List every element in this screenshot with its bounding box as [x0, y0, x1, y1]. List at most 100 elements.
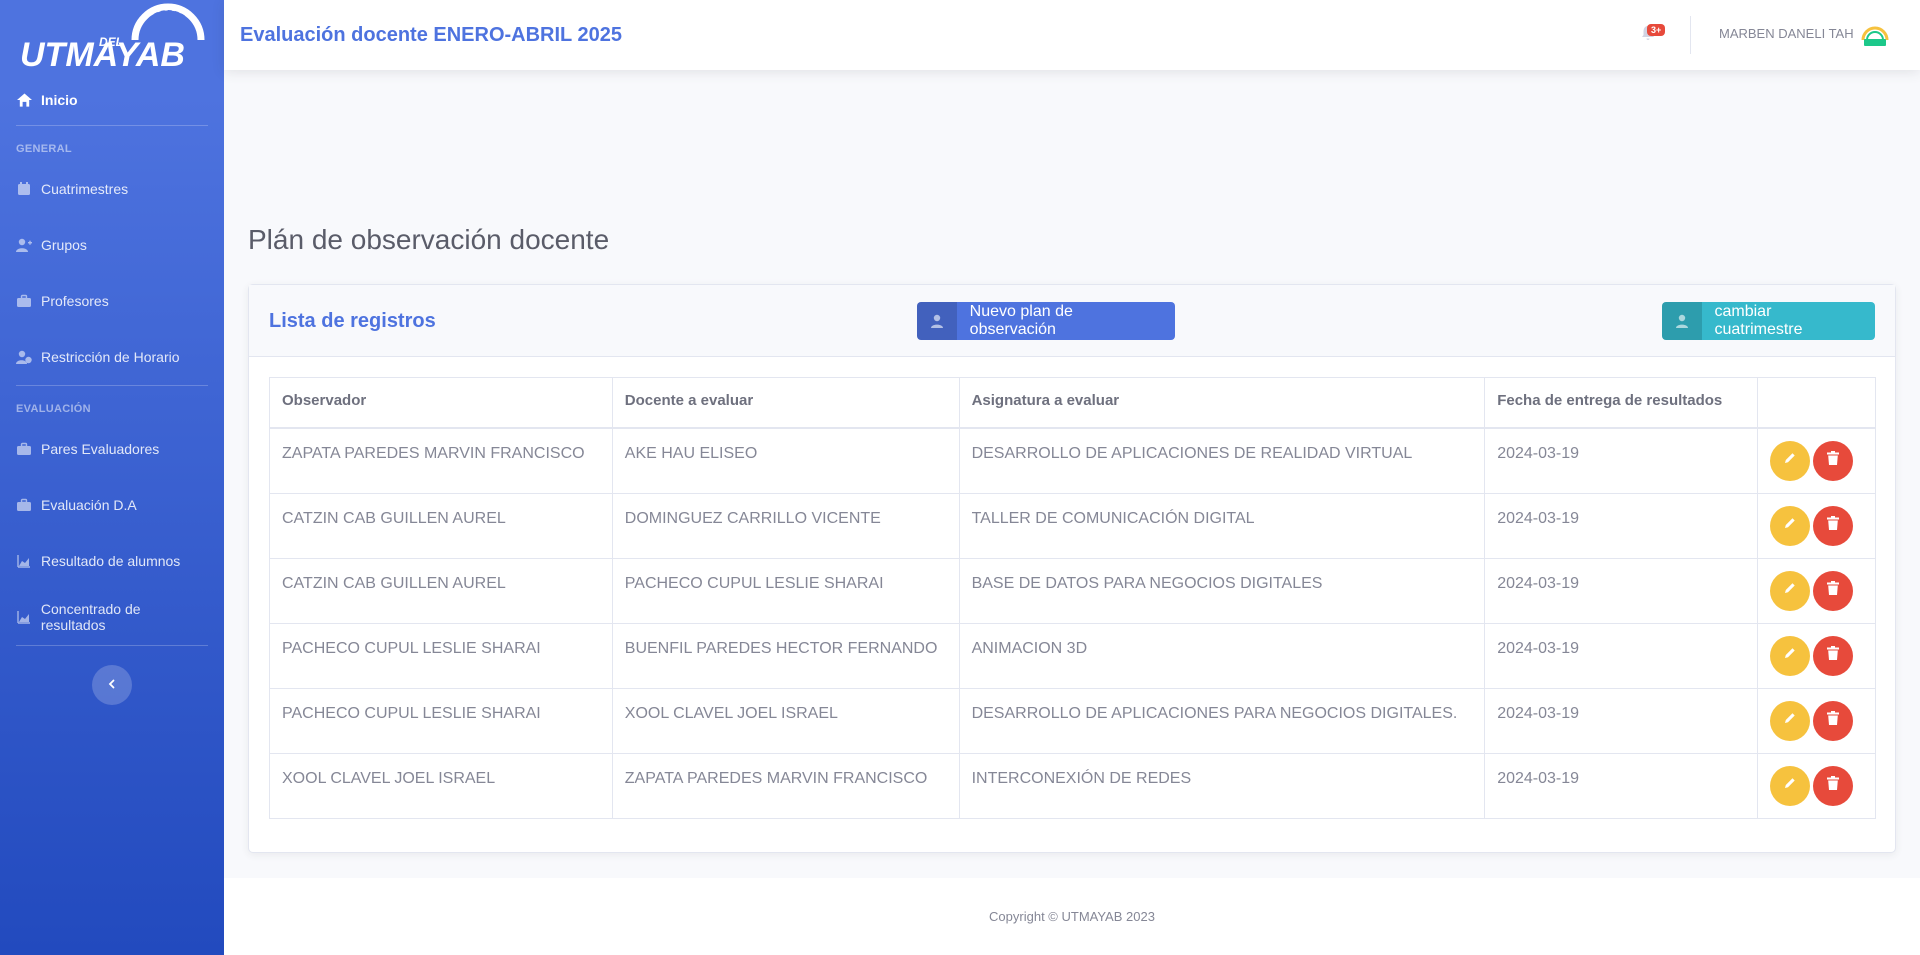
records-card: Lista de registros Nuevo plan de observa…	[248, 284, 1896, 853]
sidebar-item-label: Profesores	[41, 293, 109, 309]
sidebar-item-label: Concentrado de resultados	[40, 601, 141, 633]
date-cell: 2024-03-19	[1484, 752, 1759, 819]
table-row: CATZIN CAB GUILLEN AUREL DOMINGUEZ CARRIL…	[269, 492, 1876, 559]
trash-icon	[1827, 581, 1840, 600]
user-clock-icon	[16, 349, 32, 365]
sidebar-item-cuatrimestres[interactable]: Cuatrimestres	[0, 161, 224, 217]
sidebar-item-grupos[interactable]: Grupos	[0, 217, 224, 273]
sidebar-divider	[16, 645, 208, 646]
table-header-row: Observador Docente a evaluar Asignatura …	[269, 377, 1876, 429]
logo-sub-text: DEL	[99, 35, 123, 49]
date-cell: 2024-03-19	[1484, 687, 1759, 754]
actions-cell	[1757, 687, 1876, 754]
actions-cell	[1757, 427, 1876, 494]
sidebar-item-label: Pares Evaluadores	[41, 441, 160, 457]
page-header-title: Evaluación docente ENERO-ABRIL 2025	[240, 23, 622, 46]
trash-icon	[1827, 646, 1840, 665]
sidebar-item-label: Inicio	[41, 92, 78, 108]
topbar-divider	[1690, 16, 1691, 54]
chart-area-icon	[16, 553, 32, 569]
subject-cell: DESARROLLO DE APLICACIONES PARA NEGOCIOS…	[958, 687, 1486, 754]
column-header[interactable]: Docente a evaluar	[611, 377, 960, 429]
date-cell: 2024-03-19	[1484, 557, 1759, 624]
brand-logo[interactable]: UTMAYAB DEL	[0, 0, 224, 75]
page-title: Plán de observación docente	[248, 224, 610, 255]
teacher-cell: ZAPATA PAREDES MARVIN FRANCISCO	[611, 752, 960, 819]
home-icon	[16, 92, 32, 108]
observer-cell: PACHECO CUPUL LESLIE SHARAI	[269, 687, 613, 754]
table-row: XOOL CLAVEL JOEL ISRAEL ZAPATA PAREDES MA…	[269, 752, 1876, 819]
actions-cell	[1757, 557, 1876, 624]
actions-cell	[1757, 492, 1876, 559]
pencil-icon	[1783, 711, 1797, 730]
user-plus-icon	[16, 237, 32, 253]
sidebar-item-resultado-de-alumnos[interactable]: Resultado de alumnos	[0, 533, 224, 589]
edit-button[interactable]	[1770, 765, 1811, 806]
sidebar-item-label: Resultado de alumnos	[41, 553, 181, 569]
sidebar-item-restriccion-de-horario[interactable]: Restricción de Horario	[0, 329, 224, 385]
delete-button[interactable]	[1813, 765, 1854, 806]
pencil-icon	[1783, 516, 1797, 535]
sidebar-heading-evaluacion: Evaluación	[16, 403, 91, 415]
teacher-cell: XOOL CLAVEL JOEL ISRAEL	[611, 687, 960, 754]
records-table: Observador Docente a evaluar Asignatura …	[269, 377, 1876, 819]
sidebar-item-pares-evaluadores[interactable]: Pares Evaluadores	[0, 421, 224, 477]
date-cell: 2024-03-19	[1484, 492, 1759, 559]
sidebar-item-concentrado-de-resultados[interactable]: Concentrado de resultados	[0, 589, 224, 645]
trash-icon	[1827, 711, 1840, 730]
observer-cell: CATZIN CAB GUILLEN AUREL	[269, 557, 613, 624]
user-name[interactable]: MARBEN DANELI TAH	[1719, 26, 1854, 41]
edit-button[interactable]	[1770, 570, 1811, 611]
column-header[interactable]: Asignatura a evaluar	[958, 377, 1486, 429]
chevron-left-icon	[107, 676, 117, 694]
briefcase-icon	[16, 293, 32, 309]
sidebar-item-profesores[interactable]: Profesores	[0, 273, 224, 329]
edit-button[interactable]	[1770, 700, 1811, 741]
sidebar-item-label: Cuatrimestres	[41, 181, 129, 197]
subject-cell: TALLER DE COMUNICACIÓN DIGITAL	[958, 492, 1486, 559]
actions-cell	[1757, 622, 1876, 689]
change-button-label: cambiar cuatrimestre	[1714, 303, 1803, 338]
sidebar-divider	[16, 125, 208, 126]
edit-button[interactable]	[1770, 505, 1811, 546]
teacher-cell: AKE HAU ELISEO	[611, 427, 960, 494]
sidebar: UTMAYAB DEL Inicio General Cuatrimestres…	[0, 0, 224, 955]
sidebar-item-inicio[interactable]: Inicio	[0, 75, 224, 125]
delete-button[interactable]	[1813, 440, 1854, 481]
briefcase-icon	[16, 441, 32, 457]
delete-button[interactable]	[1813, 570, 1854, 611]
pencil-icon	[1783, 581, 1797, 600]
column-header[interactable]: Fecha de entrega de resultados	[1484, 377, 1759, 429]
new-observation-plan-button[interactable]: Nuevo plan de observación	[917, 302, 1175, 340]
actions-cell	[1757, 752, 1876, 819]
teacher-cell: PACHECO CUPUL LESLIE SHARAI	[611, 557, 960, 624]
edit-button[interactable]	[1770, 635, 1811, 676]
delete-button[interactable]	[1813, 635, 1854, 676]
user-icon	[917, 302, 957, 340]
teacher-cell: BUENFIL PAREDES HECTOR FERNANDO	[611, 622, 960, 689]
sidebar-item-label: Grupos	[41, 237, 87, 253]
change-term-button[interactable]: cambiar cuatrimestre	[1662, 302, 1875, 340]
pencil-icon	[1783, 776, 1797, 795]
copyright-text: Copyright © UTMAYAB 2023	[989, 909, 1155, 924]
edit-button[interactable]	[1770, 440, 1811, 481]
sidebar-item-evaluacion-d-a[interactable]: Evaluación D.A	[0, 477, 224, 533]
observer-cell: CATZIN CAB GUILLEN AUREL	[269, 492, 613, 559]
table-row: PACHECO CUPUL LESLIE SHARAI BUENFIL PARED…	[269, 622, 1876, 689]
delete-button[interactable]	[1813, 505, 1854, 546]
card-header: Lista de registros Nuevo plan de observa…	[249, 285, 1895, 357]
column-header[interactable]: Observador	[269, 377, 613, 429]
observer-cell: ZAPATA PAREDES MARVIN FRANCISCO	[269, 427, 613, 494]
new-button-label: Nuevo plan de observación	[969, 303, 1073, 338]
utmayab-logo-icon: UTMAYAB DEL	[20, 3, 205, 74]
subject-cell: BASE DE DATOS PARA NEGOCIOS DIGITALES	[958, 557, 1486, 624]
delete-button[interactable]	[1813, 700, 1854, 741]
calendar-icon	[16, 181, 32, 197]
avatar[interactable]	[1859, 20, 1891, 52]
card-title: Lista de registros	[269, 310, 436, 332]
sidebar-toggle-button[interactable]	[92, 665, 132, 705]
user-icon	[1662, 302, 1702, 340]
briefcase-icon	[16, 497, 32, 513]
subject-cell: DESARROLLO DE APLICACIONES DE REALIDAD V…	[958, 427, 1486, 494]
trash-icon	[1827, 451, 1840, 470]
